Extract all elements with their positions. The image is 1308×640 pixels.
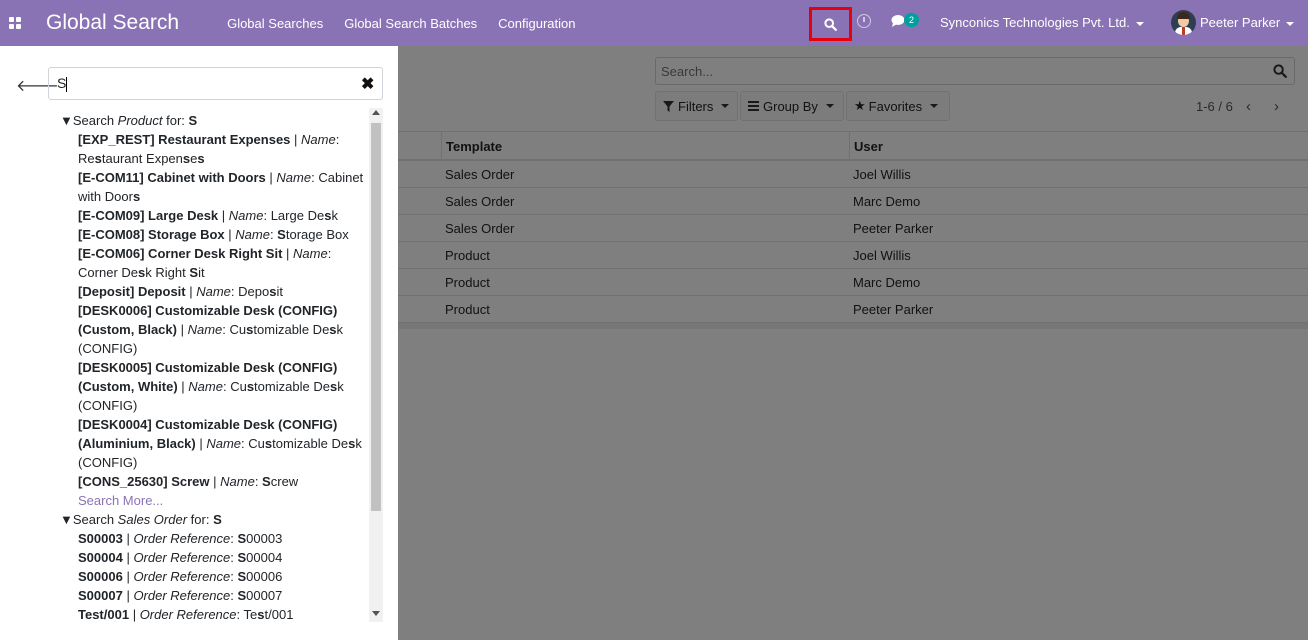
scroll-down-icon[interactable] xyxy=(372,611,380,616)
search-result-item[interactable]: Test/001 | Order Reference: Test/001 xyxy=(58,605,368,623)
top-navbar: Global Search Global Searches Global Sea… xyxy=(0,0,1308,46)
chevron-down-icon xyxy=(1286,21,1295,26)
search-result-item[interactable]: [E-COM08] Storage Box | Name: Storage Bo… xyxy=(58,225,368,244)
search-result-item[interactable]: [Deposit] Deposit | Name: Deposit xyxy=(58,282,368,301)
search-result-item[interactable]: [DESK0006] Customizable Desk (CONFIG) (C… xyxy=(58,301,368,358)
company-switcher[interactable]: Synconics Technologies Pvt. Ltd. xyxy=(940,15,1144,30)
menu-configuration[interactable]: Configuration xyxy=(498,16,575,31)
search-icon xyxy=(824,17,837,31)
company-name: Synconics Technologies Pvt. Ltd. xyxy=(940,15,1130,30)
avatar[interactable] xyxy=(1171,10,1196,35)
search-result-item[interactable]: [DESK0004] Customizable Desk (CONFIG) (A… xyxy=(58,415,368,472)
scroll-up-icon[interactable] xyxy=(372,110,380,115)
scroll-thumb[interactable] xyxy=(371,123,381,511)
search-query: S xyxy=(57,75,67,91)
search-result-item[interactable]: S00007 | Order Reference: S00007 xyxy=(58,586,368,605)
search-result-item[interactable]: S00004 | Order Reference: S00004 xyxy=(58,548,368,567)
global-search-button[interactable] xyxy=(809,7,852,41)
chat-badge: 2 xyxy=(904,13,919,27)
search-more-link[interactable]: Search More... xyxy=(58,491,368,510)
search-results: ▼Search Product for: S [EXP_REST] Restaur… xyxy=(58,111,368,623)
menu-global-searches[interactable]: Global Searches xyxy=(227,16,323,31)
search-result-item[interactable]: [EXP_REST] Restaurant Expenses | Name: R… xyxy=(58,130,368,168)
menu-global-search-batches[interactable]: Global Search Batches xyxy=(344,16,477,31)
chevron-down-icon xyxy=(1135,21,1144,26)
search-result-item[interactable]: [CONS_25630] Screw | Name: Screw xyxy=(58,472,368,491)
search-result-item[interactable]: [E-COM09] Large Desk | Name: Large Desk xyxy=(58,206,368,225)
search-result-item[interactable]: S00006 | Order Reference: S00006 xyxy=(58,567,368,586)
apps-menu-button[interactable] xyxy=(0,0,30,46)
search-result-item[interactable]: S00003 | Order Reference: S00003 xyxy=(58,529,368,548)
user-name: Peeter Parker xyxy=(1200,15,1281,30)
apps-grid-icon xyxy=(9,17,21,29)
global-search-panel: 🡐 S ✖ ▼Search Product for: S [EXP_REST] R… xyxy=(0,46,398,640)
search-result-item[interactable]: [E-COM11] Cabinet with Doors | Name: Cab… xyxy=(58,168,368,206)
app-title: Global Search xyxy=(46,11,180,34)
clock-icon[interactable] xyxy=(857,14,871,28)
search-result-item[interactable]: [DESK0005] Customizable Desk (CONFIG) (C… xyxy=(58,358,368,415)
scrollbar[interactable] xyxy=(369,108,383,622)
global-search-input[interactable]: S xyxy=(48,67,383,100)
user-menu[interactable]: Peeter Parker xyxy=(1200,15,1295,30)
search-result-item[interactable]: [E-COM06] Corner Desk Right Sit | Name: … xyxy=(58,244,368,282)
close-icon[interactable]: ✖ xyxy=(361,74,374,94)
result-group-header[interactable]: ▼Search Product for: S xyxy=(58,111,368,130)
result-group-header[interactable]: ▼Search Sales Order for: S xyxy=(58,510,368,529)
